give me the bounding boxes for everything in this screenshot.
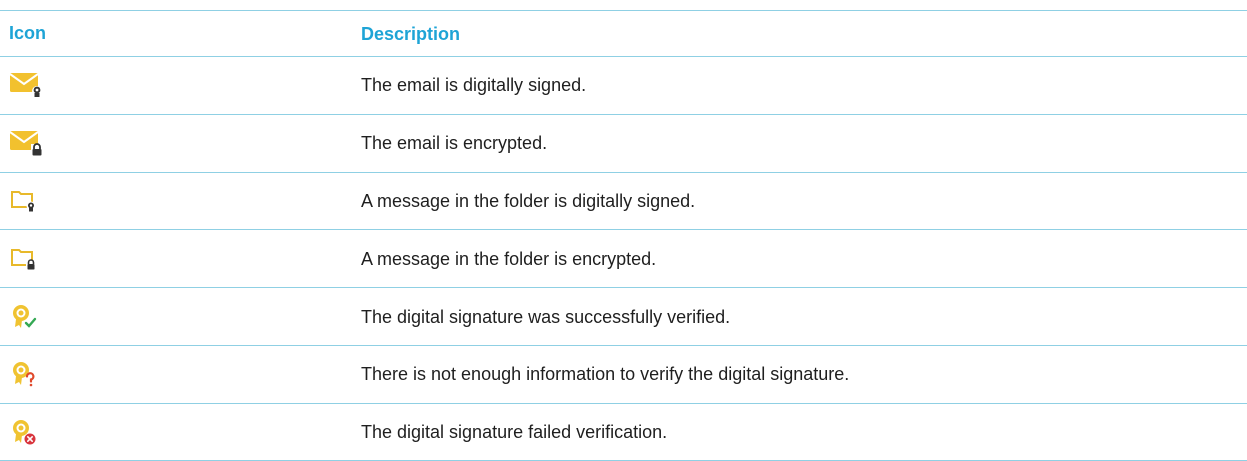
table-row: The digital signature failed verificatio…: [0, 402, 1247, 461]
row-description: The email is digitally signed.: [361, 75, 587, 96]
table-header-row: Icon Description: [0, 10, 1247, 56]
email-encrypted-icon: [9, 129, 45, 157]
email-signed-icon: [9, 71, 45, 99]
signature-verified-icon: [9, 303, 45, 331]
description-column-header: Description: [361, 23, 461, 44]
folder-signed-icon: [9, 187, 45, 215]
table-row: The digital signature was successfully v…: [0, 287, 1247, 345]
row-description: There is not enough information to verif…: [361, 364, 850, 385]
signature-unknown-icon: [9, 360, 45, 388]
table-row: The email is digitally signed.: [0, 56, 1247, 114]
icon-column-header: Icon: [9, 23, 47, 43]
table-row: There is not enough information to verif…: [0, 344, 1247, 403]
signature-failed-icon: [9, 418, 45, 446]
table-row: A message in the folder is encrypted.: [0, 229, 1247, 287]
icon-description-table: Icon Description The email is digitally …: [0, 10, 1247, 461]
table-row: The email is encrypted.: [0, 113, 1247, 172]
row-description: A message in the folder is digitally sig…: [361, 190, 696, 211]
row-description: A message in the folder is encrypted.: [361, 248, 657, 269]
row-description: The digital signature was successfully v…: [361, 306, 731, 327]
row-description: The digital signature failed verificatio…: [361, 421, 668, 442]
row-description: The email is encrypted.: [361, 133, 548, 154]
table-row: A message in the folder is digitally sig…: [0, 171, 1247, 230]
folder-encrypted-icon: [9, 245, 45, 273]
